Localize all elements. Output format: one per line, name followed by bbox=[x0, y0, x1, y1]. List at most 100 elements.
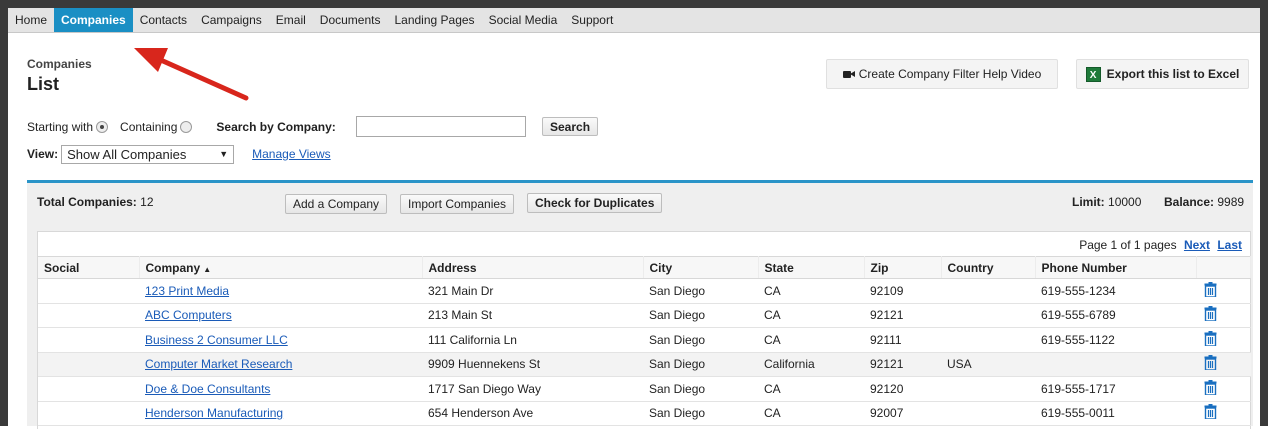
balance-readout: Balance: 9989 bbox=[1164, 195, 1244, 209]
company-link[interactable]: 123 Print Media bbox=[145, 284, 229, 298]
cell-delete bbox=[1196, 401, 1251, 426]
company-search-input[interactable] bbox=[356, 116, 526, 137]
cell-company: Doe & Doe Consultants bbox=[139, 376, 422, 402]
caret-down-icon: ▼ bbox=[219, 149, 229, 159]
tab-social-media[interactable]: Social Media bbox=[482, 8, 565, 32]
companies-table: Social Company ▲ Address City State Zip C… bbox=[38, 256, 1251, 426]
panel-header: Total Companies: 12 Add a Company Import… bbox=[27, 183, 1253, 223]
column-header-social[interactable]: Social bbox=[38, 256, 140, 279]
manage-views-link[interactable]: Manage Views bbox=[252, 147, 331, 161]
table-header-row: Social Company ▲ Address City State Zip C… bbox=[38, 256, 1251, 279]
companies-panel: Total Companies: 12 Add a Company Import… bbox=[27, 180, 1253, 429]
create-filter-help-video-button[interactable]: Create Company Filter Help Video bbox=[826, 59, 1058, 89]
trash-icon[interactable] bbox=[1204, 306, 1218, 322]
cell-country bbox=[941, 401, 1035, 426]
cell-company: ABC Computers bbox=[139, 303, 422, 328]
cell-city: San Diego bbox=[643, 303, 758, 328]
tab-campaigns[interactable]: Campaigns bbox=[194, 8, 269, 32]
containing-label: Containing bbox=[120, 120, 178, 134]
tab-support[interactable]: Support bbox=[564, 8, 620, 32]
total-companies-label: Total Companies: bbox=[37, 195, 137, 209]
cell-country bbox=[941, 327, 1035, 353]
company-link[interactable]: ABC Computers bbox=[145, 308, 232, 322]
cell-company: 123 Print Media bbox=[139, 278, 422, 304]
column-header-country[interactable]: Country bbox=[941, 256, 1036, 279]
video-button-label: Create Company Filter Help Video bbox=[858, 67, 1042, 81]
company-link[interactable]: Henderson Manufacturing bbox=[145, 406, 283, 420]
cell-delete bbox=[1196, 352, 1251, 377]
cell-address: 1717 San Diego Way bbox=[422, 376, 643, 402]
cell-country bbox=[941, 278, 1035, 304]
table-row: 123 Print Media 321 Main Dr San Diego CA… bbox=[38, 278, 1251, 304]
table-row: Doe & Doe Consultants 1717 San Diego Way… bbox=[38, 376, 1251, 402]
cell-company: Business 2 Consumer LLC bbox=[139, 327, 422, 353]
column-header-state[interactable]: State bbox=[758, 256, 865, 279]
cell-state: CA bbox=[758, 327, 864, 353]
red-arrow-annotation bbox=[134, 48, 249, 101]
cell-address: 654 Henderson Ave bbox=[422, 401, 643, 426]
cell-city: San Diego bbox=[643, 376, 758, 402]
next-page-link[interactable]: Next bbox=[1184, 238, 1210, 252]
cell-city: San Diego bbox=[643, 352, 758, 377]
tab-documents[interactable]: Documents bbox=[313, 8, 388, 32]
view-row: View: Show All Companies ▼ Manage Views bbox=[27, 144, 331, 164]
column-header-city[interactable]: City bbox=[643, 256, 759, 279]
cell-social bbox=[38, 303, 139, 328]
cell-address: 111 California Ln bbox=[422, 327, 643, 353]
view-select[interactable]: Show All Companies ▼ bbox=[61, 144, 235, 164]
cell-city: San Diego bbox=[643, 401, 758, 426]
cell-social bbox=[38, 376, 139, 402]
search-button[interactable]: Search bbox=[542, 117, 599, 136]
trash-icon[interactable] bbox=[1204, 281, 1218, 297]
cell-address: 213 Main St bbox=[422, 303, 643, 328]
company-link[interactable]: Computer Market Research bbox=[145, 357, 292, 371]
cell-zip: 92007 bbox=[864, 401, 941, 426]
trash-icon[interactable] bbox=[1204, 355, 1218, 371]
column-header-actions bbox=[1196, 256, 1251, 279]
column-header-zip[interactable]: Zip bbox=[864, 256, 942, 279]
check-duplicates-button[interactable]: Check for Duplicates bbox=[527, 193, 663, 213]
containing-radio[interactable] bbox=[180, 121, 193, 133]
cell-state: CA bbox=[758, 278, 864, 304]
view-label: View: bbox=[27, 147, 59, 161]
trash-icon[interactable] bbox=[1204, 404, 1218, 420]
tab-companies[interactable]: Companies bbox=[54, 8, 133, 32]
cell-zip: 92111 bbox=[864, 327, 941, 353]
add-company-button[interactable]: Add a Company bbox=[285, 194, 388, 214]
column-header-address[interactable]: Address bbox=[422, 256, 644, 279]
tab-email[interactable]: Email bbox=[269, 8, 313, 32]
starting-with-label: Starting with bbox=[27, 120, 94, 134]
import-companies-button[interactable]: Import Companies bbox=[400, 194, 515, 214]
balance-label: Balance: bbox=[1164, 195, 1215, 209]
company-link[interactable]: Business 2 Consumer LLC bbox=[145, 333, 288, 347]
search-by-company-label: Search by Company: bbox=[216, 120, 336, 134]
table-row: Henderson Manufacturing 654 Henderson Av… bbox=[38, 401, 1251, 426]
tab-home[interactable]: Home bbox=[8, 8, 54, 32]
tab-contacts[interactable]: Contacts bbox=[133, 8, 194, 32]
tab-landing-pages[interactable]: Landing Pages bbox=[387, 8, 481, 32]
total-companies-value: 12 bbox=[140, 195, 154, 209]
sort-ascending-icon: ▲ bbox=[203, 264, 212, 274]
cell-zip: 92109 bbox=[864, 278, 941, 304]
cell-state: CA bbox=[758, 376, 864, 402]
last-page-link[interactable]: Last bbox=[1217, 238, 1242, 252]
column-header-company[interactable]: Company ▲ bbox=[139, 256, 423, 279]
starting-with-radio[interactable] bbox=[96, 121, 109, 133]
company-link[interactable]: Doe & Doe Consultants bbox=[145, 382, 270, 396]
cell-city: San Diego bbox=[643, 278, 758, 304]
cell-address: 9909 Huennekens St bbox=[422, 352, 643, 377]
company-header-label: Company bbox=[145, 260, 201, 275]
cell-state: CA bbox=[758, 401, 864, 426]
cell-zip: 92121 bbox=[864, 352, 941, 377]
trash-icon[interactable] bbox=[1204, 330, 1218, 346]
limit-value: 10000 bbox=[1108, 195, 1142, 209]
pager-text: Page 1 of 1 pages bbox=[1079, 238, 1177, 252]
search-filter-row: Starting with Containing Search by Compa… bbox=[27, 116, 341, 138]
trash-icon[interactable] bbox=[1204, 379, 1218, 395]
column-header-phone[interactable]: Phone Number bbox=[1035, 256, 1197, 279]
export-excel-button[interactable]: X Export this list to Excel bbox=[1076, 59, 1249, 89]
main-nav: Home Companies Contacts Campaigns Email … bbox=[8, 8, 1260, 33]
view-select-value: Show All Companies bbox=[67, 146, 187, 162]
cell-delete bbox=[1196, 303, 1251, 328]
table-row: ABC Computers 213 Main St San Diego CA 9… bbox=[38, 303, 1251, 328]
